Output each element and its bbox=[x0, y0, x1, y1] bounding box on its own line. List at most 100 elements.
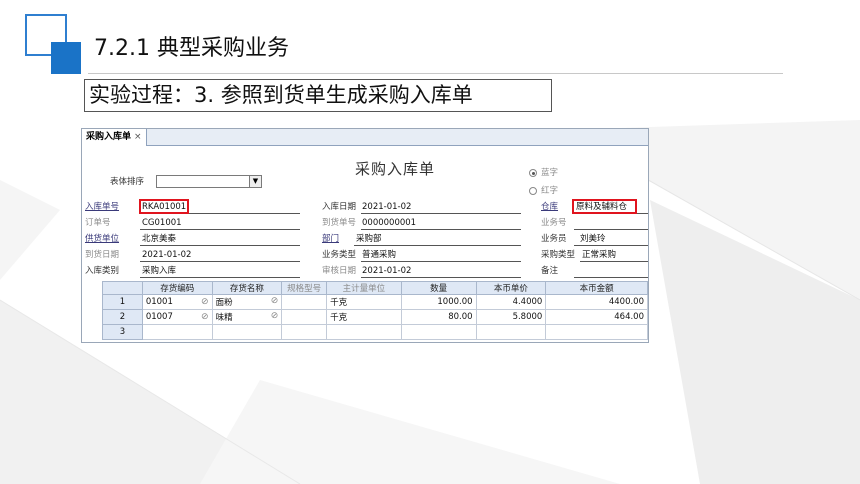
cell-qty[interactable] bbox=[400, 324, 477, 340]
salesman-value[interactable]: 刘美玲 bbox=[580, 233, 606, 245]
header-decoration-fill bbox=[51, 42, 81, 74]
paperclip-icon[interactable]: ⊘ bbox=[201, 297, 209, 307]
biz-no-label: 业务号 bbox=[541, 218, 567, 228]
cell-code-text: 01001 bbox=[145, 297, 173, 307]
warehouse-highlight bbox=[572, 199, 637, 214]
items-table: 存货编码 存货名称 规格型号 主计量单位 数量 本币单价 本币金额 1 0100… bbox=[102, 281, 648, 340]
warehouse-label: 仓库 bbox=[541, 202, 559, 212]
sort-label: 表体排序 bbox=[110, 177, 145, 187]
column-header-price[interactable]: 本币单价 bbox=[475, 281, 547, 295]
table-row[interactable]: 3 bbox=[102, 324, 648, 340]
radio-red[interactable] bbox=[529, 187, 537, 195]
title-divider bbox=[88, 73, 783, 74]
cell-name[interactable]: 面粉 ⊘ bbox=[211, 294, 283, 310]
column-header-code[interactable]: 存货编码 bbox=[141, 281, 213, 295]
cell-name[interactable]: 味精 ⊘ bbox=[211, 309, 283, 325]
arrival-date-label: 到货日期 bbox=[85, 250, 120, 260]
field-underline bbox=[361, 229, 521, 230]
purchase-type-value[interactable]: 正常采购 bbox=[582, 249, 616, 261]
column-header-spec[interactable]: 规格型号 bbox=[281, 281, 328, 295]
biz-type-label: 业务类型 bbox=[322, 250, 357, 260]
arrival-date-value[interactable]: 2021-01-02 bbox=[142, 249, 191, 261]
radio-blue[interactable] bbox=[529, 169, 537, 177]
audit-date-value[interactable]: 2021-01-02 bbox=[362, 265, 411, 277]
slide-title: 7.2.1 典型采购业务 bbox=[88, 31, 299, 67]
supplier-label: 供货单位 bbox=[85, 234, 120, 244]
radio-blue-label: 蓝字 bbox=[541, 168, 559, 178]
column-header bbox=[102, 281, 143, 295]
biz-type-value[interactable]: 普通采购 bbox=[362, 249, 396, 261]
cell-unit[interactable] bbox=[326, 324, 402, 340]
tab-strip: 采购入库单 × bbox=[82, 129, 648, 146]
order-no-value[interactable]: CG01001 bbox=[142, 217, 182, 229]
receipt-date-label: 入库日期 bbox=[322, 202, 357, 212]
sort-select[interactable]: ▼ bbox=[156, 175, 262, 188]
order-no-label: 订单号 bbox=[85, 218, 111, 228]
cell-code[interactable]: 01007 ⊘ bbox=[141, 309, 213, 325]
receipt-date-value[interactable]: 2021-01-02 bbox=[362, 201, 411, 213]
table-row[interactable]: 1 01001 ⊘ 面粉 ⊘ 千克 1000.00 4.4000 4400.00 bbox=[102, 294, 648, 310]
receipt-no-label: 入库单号 bbox=[85, 202, 120, 212]
cell-amount[interactable] bbox=[545, 324, 648, 340]
receipt-no-highlight bbox=[139, 199, 189, 214]
row-number: 1 bbox=[102, 294, 143, 310]
cell-name-text: 面粉 bbox=[215, 298, 233, 308]
tab-label: 采购入库单 bbox=[86, 132, 132, 142]
column-header-unit[interactable]: 主计量单位 bbox=[326, 281, 402, 295]
cell-code[interactable] bbox=[141, 324, 213, 340]
field-underline bbox=[361, 261, 521, 262]
arrival-no-value[interactable]: 0000000001 bbox=[362, 217, 416, 229]
cell-price[interactable] bbox=[475, 324, 547, 340]
field-underline bbox=[574, 229, 648, 230]
field-underline bbox=[574, 277, 648, 278]
receipt-type-label: 入库类别 bbox=[85, 266, 120, 276]
cell-price[interactable]: 4.4000 bbox=[475, 294, 547, 310]
chevron-down-icon[interactable]: ▼ bbox=[249, 176, 261, 187]
row-number: 3 bbox=[102, 324, 143, 340]
purchase-type-label: 采购类型 bbox=[541, 250, 576, 260]
cell-code-text: 01007 bbox=[145, 312, 173, 322]
salesman-label: 业务员 bbox=[541, 234, 567, 244]
dept-value[interactable]: 采购部 bbox=[356, 233, 382, 245]
cell-qty[interactable]: 1000.00 bbox=[400, 294, 477, 310]
paperclip-icon[interactable]: ⊘ bbox=[271, 311, 279, 321]
purchase-receipt-window: 采购入库单 × 采购入库单 表体排序 ▼ 蓝字 红字 入库单号 RKA01001 … bbox=[81, 128, 649, 343]
cell-unit[interactable]: 千克 bbox=[326, 309, 402, 325]
field-underline bbox=[140, 261, 300, 262]
table-row[interactable]: 2 01007 ⊘ 味精 ⊘ 千克 80.00 5.8000 464.00 bbox=[102, 309, 648, 325]
field-underline bbox=[140, 229, 300, 230]
cell-code[interactable]: 01001 ⊘ bbox=[141, 294, 213, 310]
field-underline bbox=[580, 261, 648, 262]
cell-price[interactable]: 5.8000 bbox=[475, 309, 547, 325]
cell-name[interactable] bbox=[211, 324, 283, 340]
cell-spec[interactable] bbox=[281, 309, 328, 325]
field-underline bbox=[140, 245, 300, 246]
tab-purchase-receipt[interactable]: 采购入库单 × bbox=[82, 129, 147, 146]
audit-date-label: 审核日期 bbox=[322, 266, 357, 276]
close-icon[interactable]: × bbox=[134, 132, 142, 142]
field-underline bbox=[140, 277, 300, 278]
column-header-name[interactable]: 存货名称 bbox=[211, 281, 283, 295]
supplier-value[interactable]: 北京美秦 bbox=[142, 233, 176, 245]
column-header-amount[interactable]: 本币金额 bbox=[545, 281, 648, 295]
paperclip-icon[interactable]: ⊘ bbox=[201, 312, 209, 322]
field-underline bbox=[574, 245, 648, 246]
paperclip-icon[interactable]: ⊘ bbox=[271, 296, 279, 306]
field-underline bbox=[361, 213, 521, 214]
cell-amount[interactable]: 464.00 bbox=[545, 309, 648, 325]
form-title: 采购入库单 bbox=[355, 160, 436, 178]
receipt-type-value[interactable]: 采购入库 bbox=[142, 265, 176, 277]
remark-label: 备注 bbox=[541, 266, 559, 276]
field-underline bbox=[361, 277, 521, 278]
cell-amount[interactable]: 4400.00 bbox=[545, 294, 648, 310]
cell-qty[interactable]: 80.00 bbox=[400, 309, 477, 325]
slide-subtitle: 实验过程：3. 参照到货单生成采购入库单 bbox=[84, 79, 552, 112]
cell-spec[interactable] bbox=[281, 294, 328, 310]
column-header-qty[interactable]: 数量 bbox=[400, 281, 477, 295]
table-header-row: 存货编码 存货名称 规格型号 主计量单位 数量 本币单价 本币金额 bbox=[102, 281, 648, 295]
arrival-no-label: 到货单号 bbox=[322, 218, 357, 228]
cell-spec[interactable] bbox=[281, 324, 328, 340]
row-number: 2 bbox=[102, 309, 143, 325]
cell-unit[interactable]: 千克 bbox=[326, 294, 402, 310]
field-underline bbox=[354, 245, 521, 246]
